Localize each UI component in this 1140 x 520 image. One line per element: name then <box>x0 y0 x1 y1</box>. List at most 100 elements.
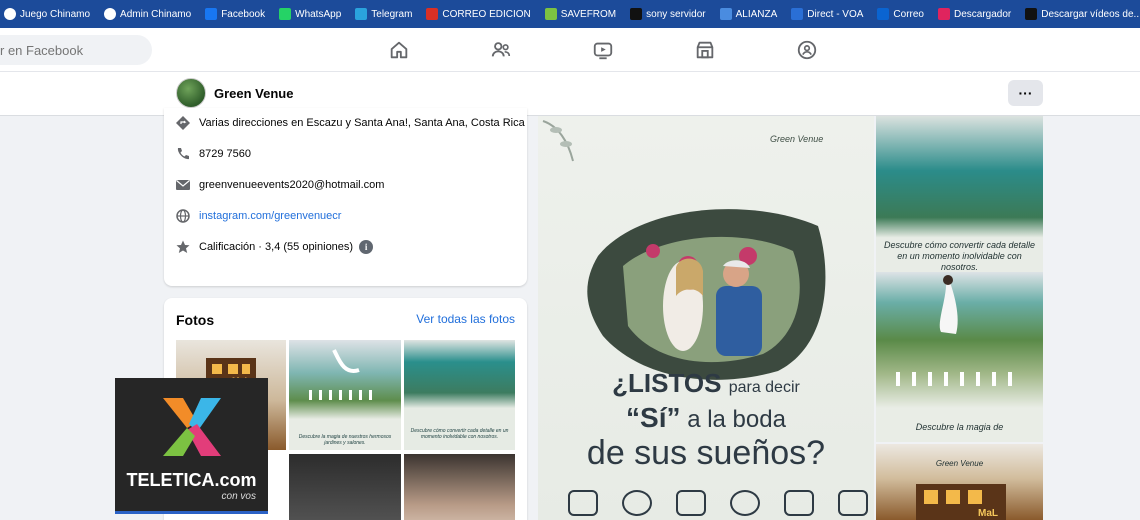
bookmark-label: Juego Chinamo <box>20 8 91 20</box>
side-caption: Descubre la magia de <box>915 422 1004 432</box>
bookmark-item[interactable]: Direct - VOA <box>791 8 863 20</box>
teletica-watermark: TELETICA.com con vos <box>115 378 268 514</box>
address-row: Varias direcciones en Escazu y Santa Ana… <box>176 116 525 130</box>
envelope-icon <box>176 178 190 192</box>
instagram-link[interactable]: instagram.com/greenvenuecr <box>199 210 341 222</box>
leaf-decoration-icon <box>542 120 574 162</box>
folder-icon <box>426 8 439 20</box>
downloader-icon <box>938 8 950 20</box>
bookmark-label: WhatsApp <box>295 8 342 20</box>
friends-icon[interactable] <box>490 39 512 61</box>
bookmark-label: Telegram <box>371 8 413 20</box>
cake-icon <box>838 490 868 516</box>
bookmark-label: Admin Chinamo <box>120 8 192 20</box>
side-caption: Green Venue <box>935 459 984 468</box>
post-headline-line1: ¿LISTOS para decir <box>538 368 874 399</box>
phone-row: 8729 7560 <box>176 147 251 161</box>
address-text: Varias direcciones en Escazu y Santa Ana… <box>199 117 525 129</box>
photo-thumbnail[interactable]: Descubre la magia de nuestros hermosos j… <box>289 340 401 450</box>
teletica-brand: TELETICA.com <box>126 470 257 490</box>
post-logo: Green Venue <box>770 134 824 144</box>
globe-icon <box>4 8 16 20</box>
bookmark-label: Direct - VOA <box>807 8 864 20</box>
globe-icon <box>176 209 190 223</box>
bookmark-item[interactable]: WhatsApp <box>279 8 341 20</box>
instagram-row: instagram.com/greenvenuecr <box>176 209 341 223</box>
whatsapp-icon <box>279 8 292 20</box>
side-caption: Descubre cómo convertir cada detalle en … <box>883 240 1036 272</box>
bookmark-label: Descargar vídeos de... <box>1041 8 1140 20</box>
globe-icon <box>104 8 117 20</box>
home-icon[interactable] <box>388 39 410 61</box>
marketplace-icon[interactable] <box>694 39 716 61</box>
dinner-plate-icon <box>730 490 760 516</box>
photo-caption: Descubre cómo convertir cada detalle en … <box>410 428 509 440</box>
headline-quote-text: “Sí” <box>626 402 681 433</box>
facebook-top-nav <box>0 28 1140 72</box>
bookmarks-bar: Juego Chinamo Admin Chinamo Facebook WhatsA… <box>0 0 1140 28</box>
rings-icon <box>622 490 652 516</box>
bookmark-item[interactable]: Descargar vídeos de... <box>1025 8 1140 20</box>
bookmark-item[interactable]: Juego Chinamo <box>4 8 90 20</box>
photo-thumbnail[interactable] <box>289 454 401 520</box>
bookmark-label: Correo <box>893 8 924 20</box>
document-icon <box>719 8 732 20</box>
page-avatar[interactable] <box>176 78 206 108</box>
bookmark-item[interactable]: Correo <box>877 8 924 20</box>
intro-card: Varias direcciones en Escazu y Santa Ana… <box>164 108 527 286</box>
search-input[interactable] <box>0 35 152 65</box>
bookmark-item[interactable]: Descargador <box>938 8 1011 20</box>
post-image[interactable]: Green Venue ¿LISTOS para decir “Sí” a la… <box>538 116 874 520</box>
side-image-venue[interactable]: Green Venue MaL <box>876 444 1043 520</box>
bookmark-label: SAVEFROM <box>560 8 617 20</box>
photo-thumbnail[interactable] <box>404 454 515 520</box>
side-image-garden[interactable]: Descubre la magia de <box>876 272 1043 442</box>
groups-icon[interactable] <box>796 39 818 61</box>
bookmark-item[interactable]: ALIANZA <box>719 8 778 20</box>
headline-rest-text: a la boda <box>687 406 786 433</box>
rating-row: Calificación · 3,4 (55 opiniones) i <box>176 240 374 254</box>
photos-title: Fotos <box>176 312 215 328</box>
email-row: greenvenueevents2020@hotmail.com <box>176 178 384 192</box>
page-title[interactable]: Green Venue <box>214 86 293 101</box>
photo-caption: Descubre la magia de nuestros hermosos j… <box>298 434 392 446</box>
teletica-logo-icon <box>163 398 221 456</box>
bookmark-label: ALIANZA <box>735 8 778 20</box>
video-icon[interactable] <box>592 39 614 61</box>
outlook-icon <box>877 8 890 20</box>
teletica-tagline: con vos <box>221 491 256 502</box>
couple-photo <box>587 209 826 380</box>
rating-text: Calificación · 3,4 (55 opiniones) <box>199 241 354 253</box>
post-icon-row <box>568 490 868 516</box>
download-icon <box>544 8 557 20</box>
directions-icon <box>176 116 190 130</box>
direct-icon <box>791 8 804 20</box>
facebook-icon <box>205 8 218 20</box>
side-image-pool[interactable]: Descubre cómo convertir cada detalle en … <box>876 116 1043 272</box>
post-headline-line3: de sus sueños? <box>586 434 826 472</box>
bookmark-item[interactable]: CORREO EDICION <box>426 8 531 20</box>
champagne-icon <box>784 490 814 516</box>
bookmark-item[interactable]: sony servidor <box>630 8 706 20</box>
bookmark-item[interactable]: Admin Chinamo <box>104 8 191 20</box>
bookmark-label: Facebook <box>221 8 266 20</box>
star-icon <box>176 240 190 254</box>
bookmark-item[interactable]: SAVEFROM <box>544 8 617 20</box>
bookmark-item[interactable]: Telegram <box>355 8 412 20</box>
bookmark-label: sony servidor <box>646 8 706 20</box>
more-options-button[interactable]: ··· <box>1008 80 1043 106</box>
church-icon <box>568 490 598 516</box>
info-icon[interactable]: i <box>359 240 374 254</box>
photo-thumbnail[interactable]: Descubre cómo convertir cada detalle en … <box>404 340 515 450</box>
bookmark-item[interactable]: Facebook <box>205 8 265 20</box>
phone-icon <box>176 147 190 161</box>
server-icon <box>630 8 643 20</box>
video-download-icon <box>1025 8 1038 20</box>
post-headline-line2: “Sí” a la boda <box>538 402 874 434</box>
phone-text: 8729 7560 <box>199 148 251 160</box>
headline-small-text: para decir <box>728 379 800 396</box>
svg-text:MaL: MaL <box>978 508 998 519</box>
photo-frame-icon <box>676 490 706 516</box>
see-all-photos-link[interactable]: Ver todas las fotos <box>416 312 515 326</box>
bookmark-label: Descargador <box>954 8 1012 20</box>
